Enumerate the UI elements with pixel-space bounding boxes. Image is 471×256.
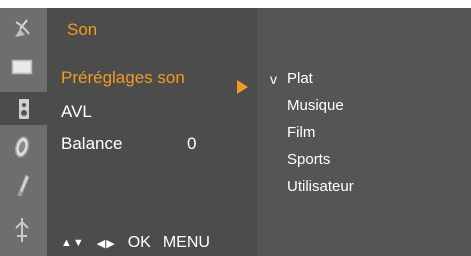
menu-item-avl[interactable]: AVL [61,102,92,122]
menu-title: Son [67,20,98,39]
menu-item-preset-sound[interactable]: Préréglages son [61,68,185,88]
clock-icon [14,135,30,158]
left-right-arrows-icon: ◀▶ [96,237,116,250]
up-down-arrows-icon: ▲▼ [61,237,85,249]
submenu-option-plat[interactable]: Plat [287,70,313,87]
speaker-icon [18,98,29,119]
balance-value: 0 [187,134,197,153]
submenu-option-musique[interactable]: Musique [287,97,344,114]
osd-menu: Son Préréglages son AVL Balance 0 ▲▼ ◀▶ … [0,8,471,256]
submenu-option-utilisateur[interactable]: Utilisateur [287,178,354,195]
ok-hint: OK [127,234,151,251]
category-sidebar [0,8,47,256]
input-plug-icon [15,217,29,242]
menu-item-balance[interactable]: Balance [61,134,122,154]
submenu-option-film[interactable]: Film [287,124,315,141]
option-category[interactable] [2,168,42,201]
sound-category[interactable] [0,92,47,125]
picture-category[interactable] [2,50,42,83]
menu-hint: MENU [162,234,210,251]
submenu-arrow-icon [237,80,248,94]
station-category[interactable] [2,12,42,45]
selected-check-icon: v [270,71,277,87]
input-category[interactable] [2,213,42,246]
screen-icon [11,59,33,74]
submenu-option-sports[interactable]: Sports [287,151,330,168]
preset-submenu-panel: v Plat Musique Film Sports Utilisateur [257,8,471,256]
satellite-dish-icon [15,18,30,37]
time-category[interactable] [2,130,42,163]
sound-menu-panel: Préréglages son AVL Balance 0 ▲▼ ◀▶ OK M… [47,46,255,256]
option-tool-icon [17,173,30,197]
navigation-hint: ▲▼ ◀▶ OK MENU [61,230,210,256]
